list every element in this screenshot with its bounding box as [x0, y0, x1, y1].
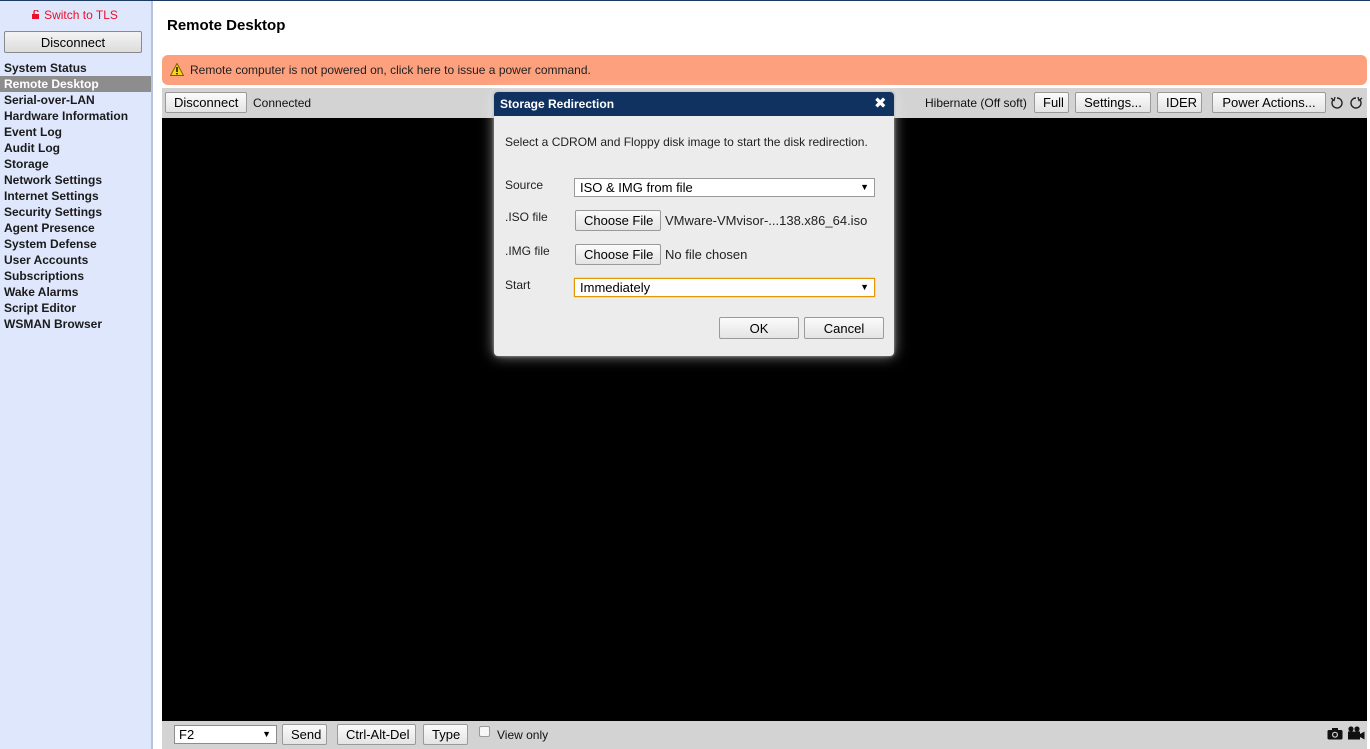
sidebar-item-audit-log[interactable]: Audit Log — [0, 140, 151, 156]
full-button[interactable]: Full — [1034, 92, 1069, 113]
chevron-down-icon: ▼ — [860, 182, 869, 192]
iso-choose-file-button[interactable]: Choose File — [575, 210, 661, 231]
power-actions-button[interactable]: Power Actions... — [1212, 92, 1326, 113]
sidebar-item-internet-settings[interactable]: Internet Settings — [0, 188, 151, 204]
iso-filename: VMware-VMvisor-...138.x86_64.iso — [665, 213, 868, 228]
dialog-titlebar: Storage Redirection ✖ — [494, 92, 894, 116]
remote-bottom-bar: F2 ▼ Send Ctrl-Alt-Del Type View only — [162, 721, 1367, 749]
sidebar-item-subscriptions[interactable]: Subscriptions — [0, 268, 151, 284]
sidebar-item-hardware-information[interactable]: Hardware Information — [0, 108, 151, 124]
sidebar-item-serial-over-lan[interactable]: Serial-over-LAN — [0, 92, 151, 108]
start-select-value: Immediately — [580, 280, 651, 295]
send-button[interactable]: Send — [282, 724, 327, 745]
camera-icon[interactable] — [1327, 727, 1343, 740]
start-label: Start — [505, 278, 531, 292]
sidebar-item-user-accounts[interactable]: User Accounts — [0, 252, 151, 268]
sidebar-item-wsman-browser[interactable]: WSMAN Browser — [0, 316, 151, 332]
ctrl-alt-del-button[interactable]: Ctrl-Alt-Del — [337, 724, 416, 745]
rotate-right-icon[interactable] — [1349, 96, 1363, 110]
sidebar-item-script-editor[interactable]: Script Editor — [0, 300, 151, 316]
cancel-button[interactable]: Cancel — [804, 317, 884, 339]
unlock-icon — [32, 10, 40, 19]
source-label: Source — [505, 178, 544, 192]
storage-redirection-dialog: Storage Redirection ✖ Select a CDROM and… — [494, 92, 894, 356]
dialog-title: Storage Redirection — [500, 97, 615, 111]
power-state-text: Hibernate (Off soft) — [925, 96, 1027, 110]
sidebar-nav: System Status Remote Desktop Serial-over-L… — [0, 60, 151, 332]
dialog-description: Select a CDROM and Floppy disk image to … — [505, 135, 868, 149]
sidebar-item-wake-alarms[interactable]: Wake Alarms — [0, 284, 151, 300]
sidebar-item-remote-desktop[interactable]: Remote Desktop — [0, 76, 151, 92]
img-choose-file-button[interactable]: Choose File — [575, 244, 661, 265]
view-only-checkbox[interactable] — [479, 726, 490, 737]
top-border — [0, 0, 1370, 1]
sidebar-item-security-settings[interactable]: Security Settings — [0, 204, 151, 220]
key-select-value: F2 — [179, 727, 195, 742]
warning-icon — [170, 63, 184, 76]
img-filename: No file chosen — [665, 247, 748, 262]
chevron-down-icon: ▼ — [860, 282, 869, 292]
sidebar-item-system-defense[interactable]: System Defense — [0, 236, 151, 252]
source-select-value: ISO & IMG from file — [580, 180, 693, 195]
close-icon[interactable]: ✖ — [874, 94, 887, 112]
rotate-left-icon[interactable] — [1330, 96, 1344, 110]
page-title: Remote Desktop — [167, 17, 286, 34]
sidebar-disconnect-button[interactable]: Disconnect — [4, 31, 142, 53]
ider-button[interactable]: IDER — [1157, 92, 1202, 113]
view-only-label: View only — [497, 728, 549, 742]
img-file-label: .IMG file — [505, 244, 550, 258]
sidebar-item-storage[interactable]: Storage — [0, 156, 151, 172]
sidebar-item-agent-presence[interactable]: Agent Presence — [0, 220, 151, 236]
type-button[interactable]: Type — [423, 724, 468, 745]
ok-button[interactable]: OK — [719, 317, 799, 339]
key-select[interactable]: F2 ▼ — [174, 725, 277, 744]
switch-to-tls-link[interactable]: Switch to TLS — [0, 8, 150, 22]
sidebar-item-network-settings[interactable]: Network Settings — [0, 172, 151, 188]
video-camera-icon[interactable] — [1347, 726, 1365, 740]
connection-status: Connected — [253, 96, 312, 110]
source-select[interactable]: ISO & IMG from file ▼ — [574, 178, 875, 197]
iso-file-label: .ISO file — [505, 210, 548, 224]
sidebar-item-event-log[interactable]: Event Log — [0, 124, 151, 140]
start-select[interactable]: Immediately ▼ — [574, 278, 875, 297]
power-alert-banner[interactable]: Remote computer is not powered on, click… — [162, 55, 1367, 85]
switch-to-tls-label: Switch to TLS — [44, 8, 118, 22]
sidebar: Switch to TLS Disconnect System Status Re… — [0, 1, 153, 749]
settings-button[interactable]: Settings... — [1075, 92, 1151, 113]
chevron-down-icon: ▼ — [262, 729, 271, 739]
sidebar-item-system-status[interactable]: System Status — [0, 60, 151, 76]
alert-text: Remote computer is not powered on, click… — [190, 63, 591, 77]
toolbar-disconnect-button[interactable]: Disconnect — [165, 92, 247, 113]
